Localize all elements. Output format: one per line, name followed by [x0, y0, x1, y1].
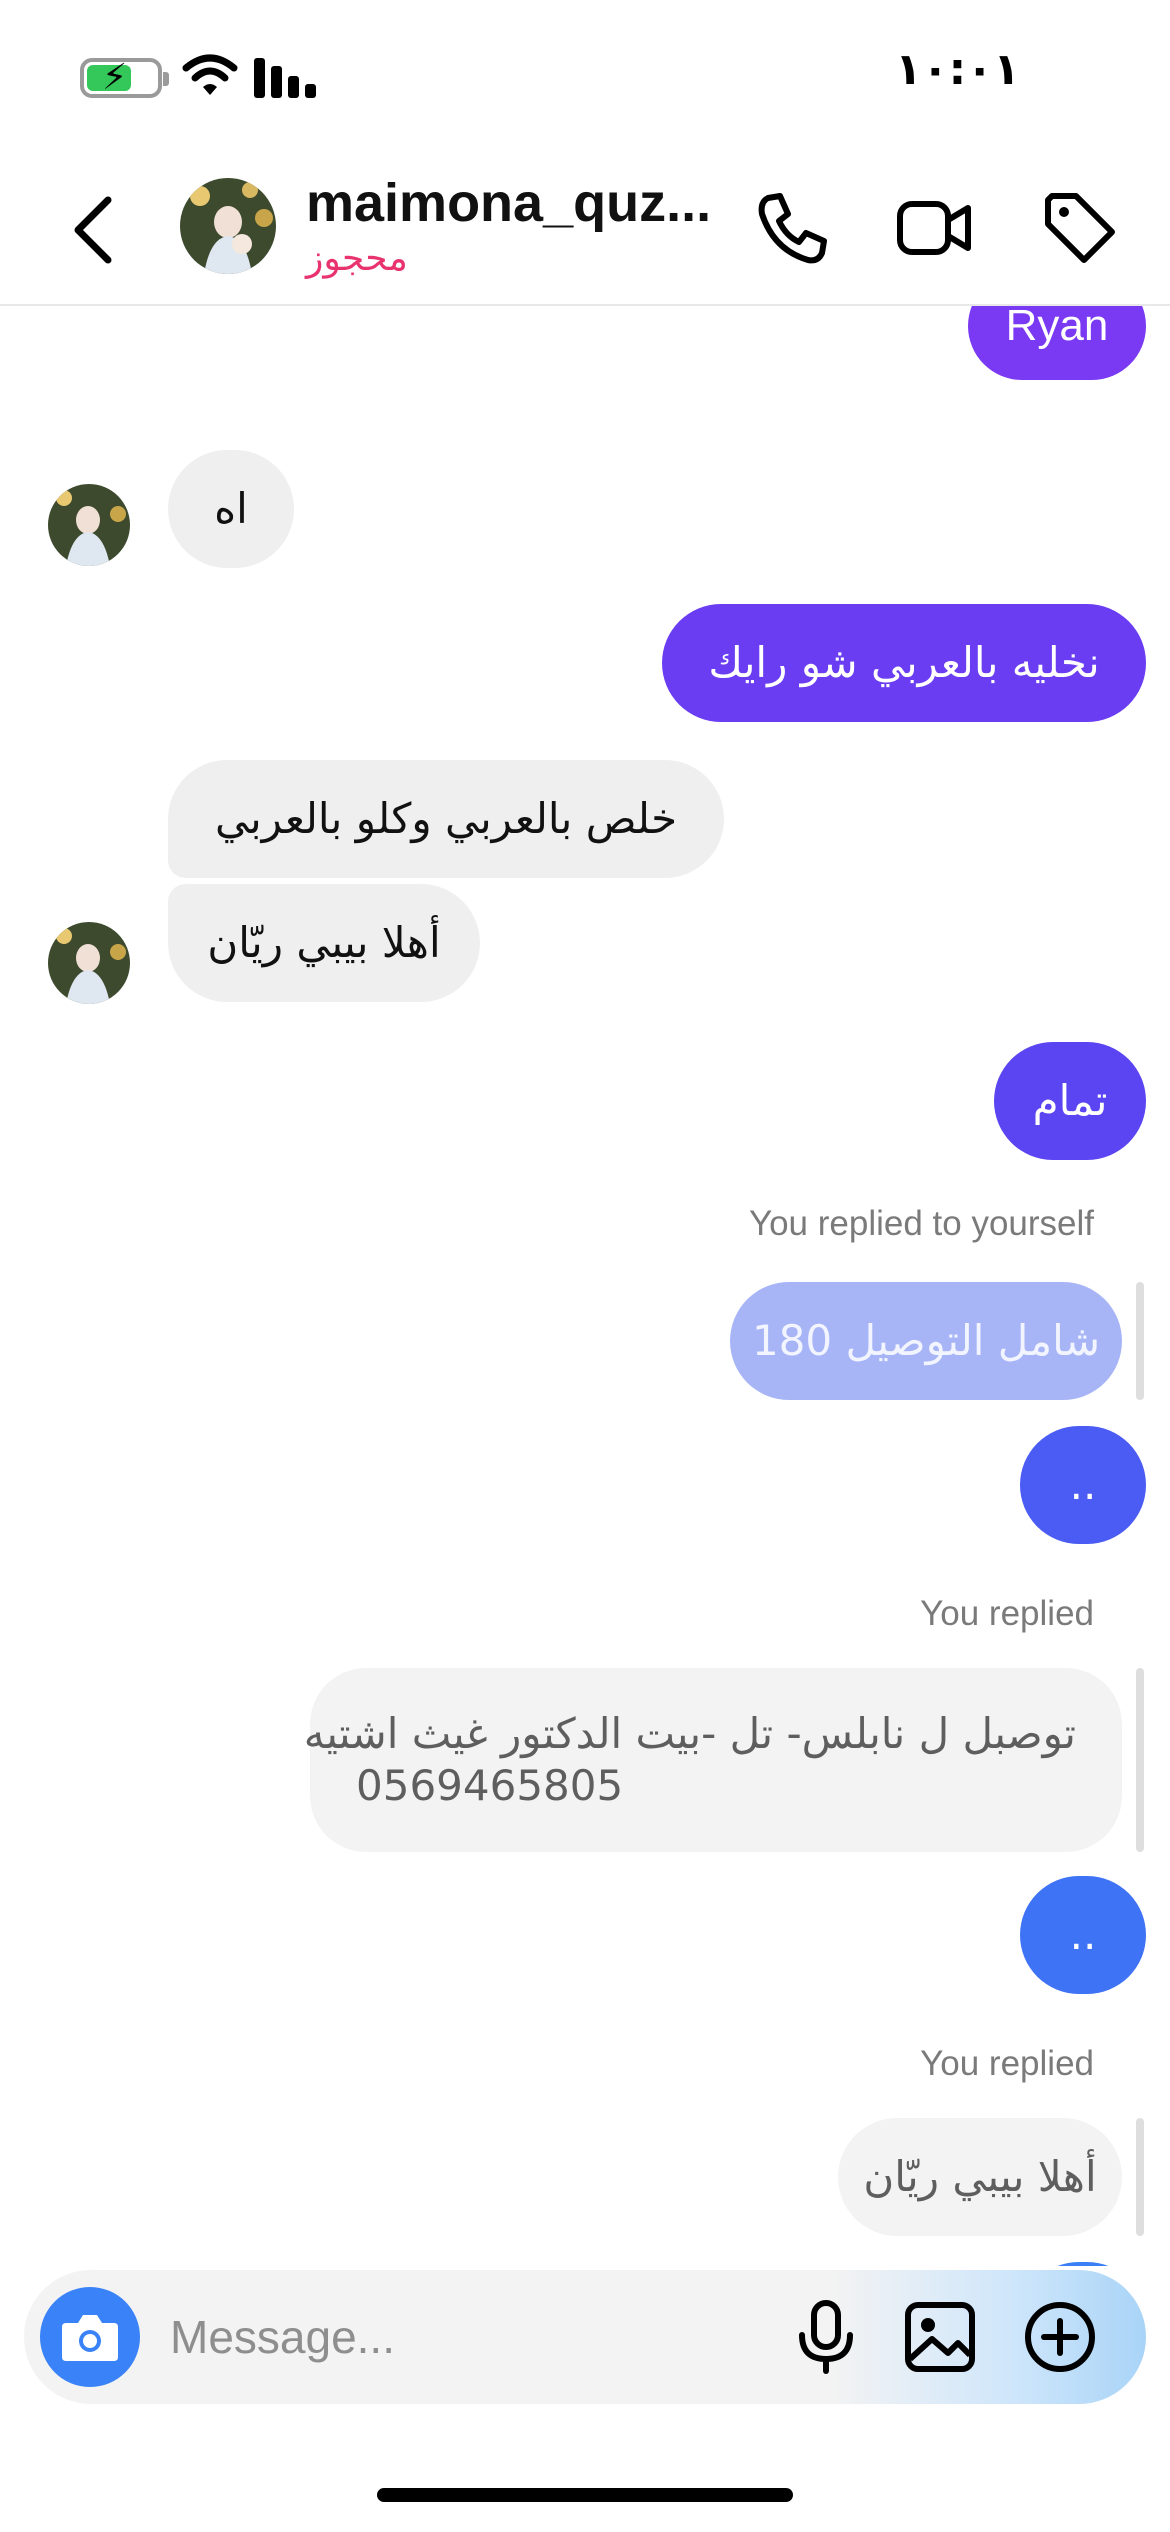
- outgoing-message[interactable]: تمام: [994, 1042, 1146, 1160]
- microphone-icon[interactable]: [786, 2297, 866, 2377]
- phone-call-icon[interactable]: [752, 188, 832, 268]
- quoted-message-phone: 0569465805: [356, 1761, 624, 1810]
- reply-indicator-bar: [1136, 1282, 1144, 1400]
- incoming-message[interactable]: أهلا بيبي ريّان: [168, 884, 480, 1002]
- add-plus-icon[interactable]: [1020, 2297, 1100, 2377]
- quoted-message[interactable]: توصبل ل نابلس- تل -بيت الدكتور غيث اشتيه…: [304, 1668, 1122, 1852]
- wifi-icon: [182, 54, 238, 95]
- message-composer: [24, 2270, 1146, 2404]
- gallery-icon[interactable]: [900, 2297, 980, 2377]
- outgoing-message[interactable]: ..: [1020, 1426, 1146, 1544]
- camera-icon: [62, 2315, 118, 2361]
- reply-indicator-bar: [1136, 2118, 1144, 2236]
- reply-context-label: You replied: [920, 2044, 1094, 2083]
- tag-icon[interactable]: [1040, 188, 1120, 268]
- chat-header: maimona_quz... محجوز: [0, 150, 1170, 306]
- reply-indicator-bar: [1136, 1668, 1144, 1852]
- status-bar: ⚡ ١٠:٠١: [0, 0, 1170, 150]
- status-time: ١٠:٠١: [894, 44, 1020, 95]
- outgoing-message[interactable]: Ryan: [968, 306, 1146, 380]
- sender-avatar[interactable]: [48, 484, 130, 566]
- message-thread[interactable]: Ryan اه نخليه بالعربي شو رايك خلص بالعرب…: [0, 306, 1170, 2266]
- contact-avatar[interactable]: [180, 178, 276, 274]
- cellular-signal-icon: [254, 58, 316, 98]
- quoted-message[interactable]: 180 شامل التوصيل: [730, 1282, 1122, 1400]
- reply-context-label: You replied to yourself: [748, 1204, 1094, 1243]
- battery-charging-icon: ⚡: [80, 58, 169, 98]
- home-indicator[interactable]: [377, 2488, 793, 2502]
- outgoing-message[interactable]: نخليه بالعربي شو رايك: [662, 604, 1146, 722]
- incoming-message[interactable]: خلص بالعربي وكلو بالعربي: [168, 760, 724, 878]
- sender-avatar[interactable]: [48, 922, 130, 1004]
- outgoing-message-partial[interactable]: [1020, 2262, 1146, 2266]
- incoming-message[interactable]: اه: [168, 450, 294, 568]
- contact-name[interactable]: maimona_quz...: [306, 172, 711, 234]
- quoted-message-line: توصبل ل نابلس- تل -بيت الدكتور غيث اشتيه: [303, 1709, 1076, 1758]
- contact-status-label: محجوز: [306, 238, 408, 279]
- back-arrow-icon[interactable]: [62, 190, 122, 270]
- reply-context-label: You replied: [920, 1594, 1094, 1633]
- video-call-icon[interactable]: [894, 188, 974, 268]
- outgoing-message[interactable]: ..: [1020, 1876, 1146, 1994]
- message-input[interactable]: [170, 2300, 770, 2374]
- quoted-message[interactable]: أهلا بيبي ريّان: [838, 2118, 1122, 2236]
- camera-button[interactable]: [40, 2287, 140, 2387]
